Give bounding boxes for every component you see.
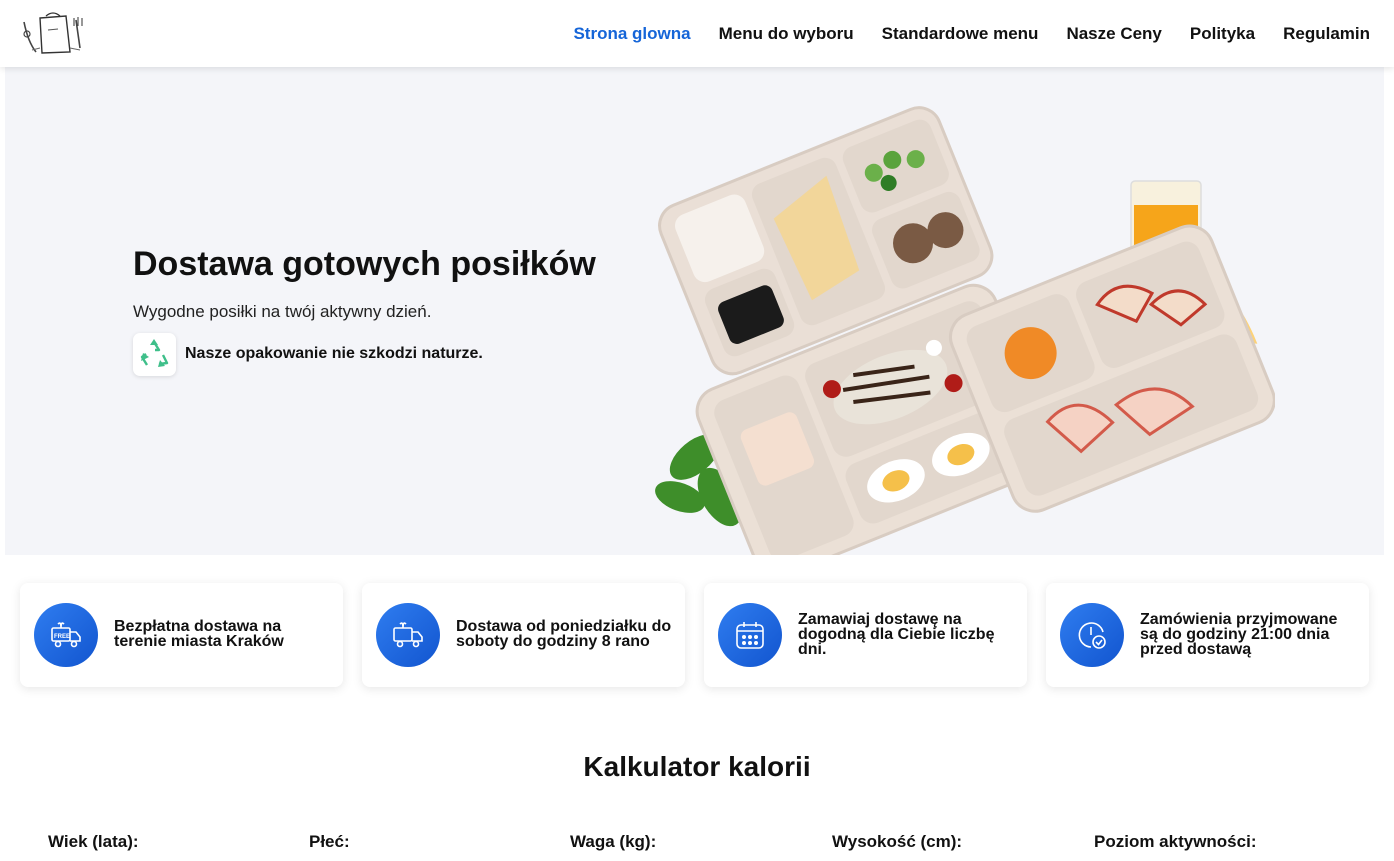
clock-check-icon: [1060, 603, 1124, 667]
recycle-icon: [133, 333, 176, 376]
nav-terms-link[interactable]: Regulamin: [1283, 24, 1370, 44]
feature-card-order-deadline: Zamówienia przyjmowane są do godziny 21:…: [1046, 583, 1369, 687]
free-delivery-truck-icon: FREE: [34, 603, 98, 667]
hero-section: Dostawa gotowych posiłków Wygodne posiłk…: [5, 67, 1384, 555]
age-label: Wiek (lata):: [48, 832, 139, 851]
gender-label: Płeć:: [309, 832, 350, 851]
hero-subtitle: Wygodne posiłki na twój aktywny dzień.: [133, 302, 432, 321]
site-header: Strona glowna Menu do wyboru Standardowe…: [0, 0, 1394, 67]
feature-text: Bezpłatna dostawa na terenie miasta Krak…: [114, 618, 284, 650]
chef-bag-logo-icon[interactable]: [18, 12, 90, 56]
nav-prices-link[interactable]: Nasze Ceny: [1066, 24, 1161, 44]
nav-menu-choice-link[interactable]: Menu do wyboru: [719, 24, 854, 44]
feature-text: Zamówienia przyjmowane są do godziny 21:…: [1140, 611, 1338, 658]
weight-label: Waga (kg):: [570, 832, 657, 851]
nav-policy-link[interactable]: Polityka: [1190, 24, 1255, 44]
calculator-title: Kalkulator kalorii: [583, 751, 811, 782]
meal-trays-image: [635, 77, 1276, 555]
feature-text: Zamawiaj dostawę na dogodną dla Ciebie l…: [798, 611, 995, 658]
hero-title: Dostawa gotowych posiłków: [133, 245, 596, 283]
main-nav: Strona glowna Menu do wyboru Standardowe…: [545, 0, 1370, 67]
eco-packaging-text: Nasze opakowanie nie szkodzi naturze.: [185, 345, 483, 362]
nav-home-link[interactable]: Strona glowna: [573, 24, 690, 44]
calendar-icon: [718, 603, 782, 667]
nav-standard-menu-link[interactable]: Standardowe menu: [882, 24, 1039, 44]
delivery-truck-icon: [376, 603, 440, 667]
svg-text:FREE: FREE: [54, 634, 70, 640]
activity-level-label: Poziom aktywności:: [1094, 832, 1257, 851]
feature-text: Dostawa od poniedziałku do soboty do god…: [456, 618, 672, 650]
feature-card-delivery-hours: Dostawa od poniedziałku do soboty do god…: [362, 583, 685, 687]
feature-card-free-delivery: FREE Bezpłatna dostawa na terenie miasta…: [20, 583, 343, 687]
feature-card-flexible-days: Zamawiaj dostawę na dogodną dla Ciebie l…: [704, 583, 1027, 687]
calculator-labels: Wiek (lata): Płeć: Waga (kg): Wysokość (…: [48, 832, 1388, 854]
height-label: Wysokość (cm):: [832, 832, 963, 851]
features-row: FREE Bezpłatna dostawa na terenie miasta…: [20, 583, 1370, 687]
